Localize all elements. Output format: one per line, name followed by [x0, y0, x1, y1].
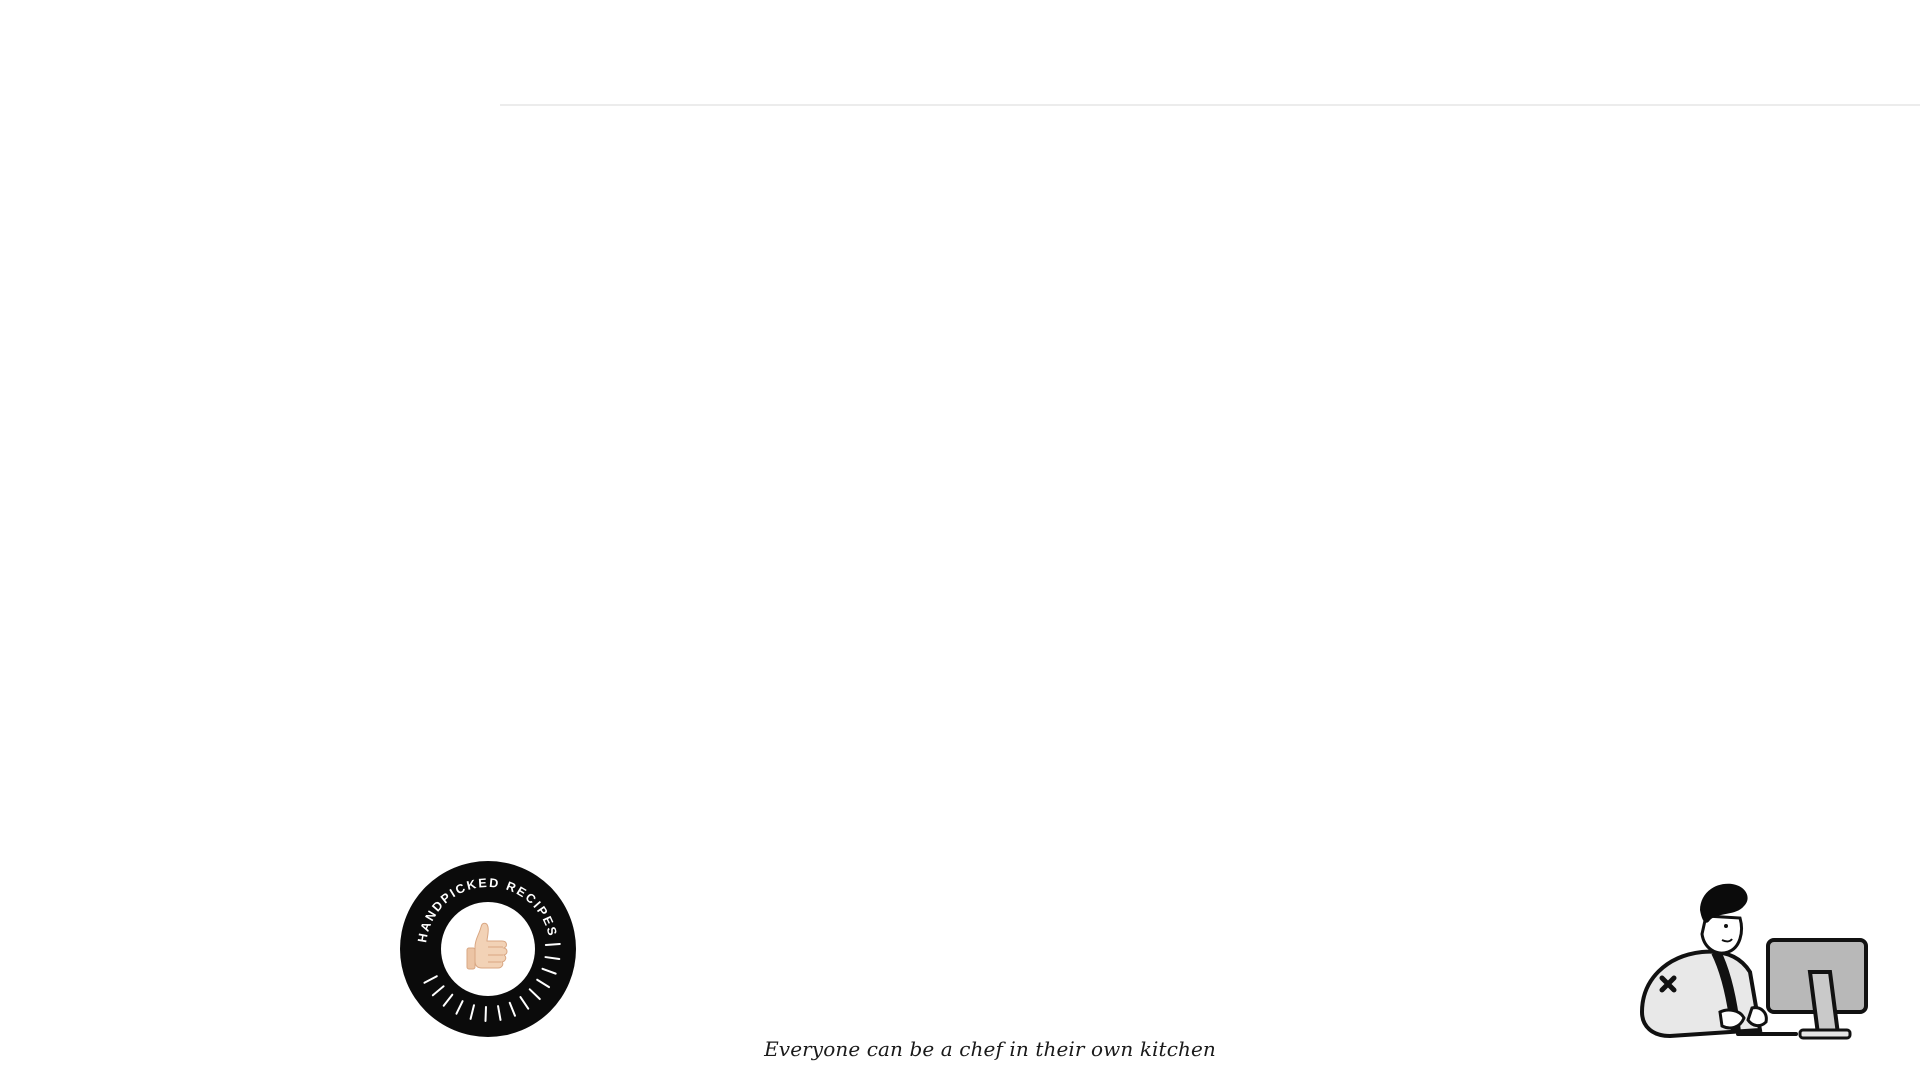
handpicked-recipes-badge: HANDPICKED RECIPES — [399, 860, 577, 1038]
person-at-computer-icon — [1640, 876, 1870, 1046]
badge-graphic: HANDPICKED RECIPES — [400, 861, 576, 1037]
badge-tick — [544, 942, 561, 946]
header-divider — [500, 104, 1920, 106]
footer-tagline: Everyone can be a chef in their own kitc… — [764, 1037, 1216, 1061]
